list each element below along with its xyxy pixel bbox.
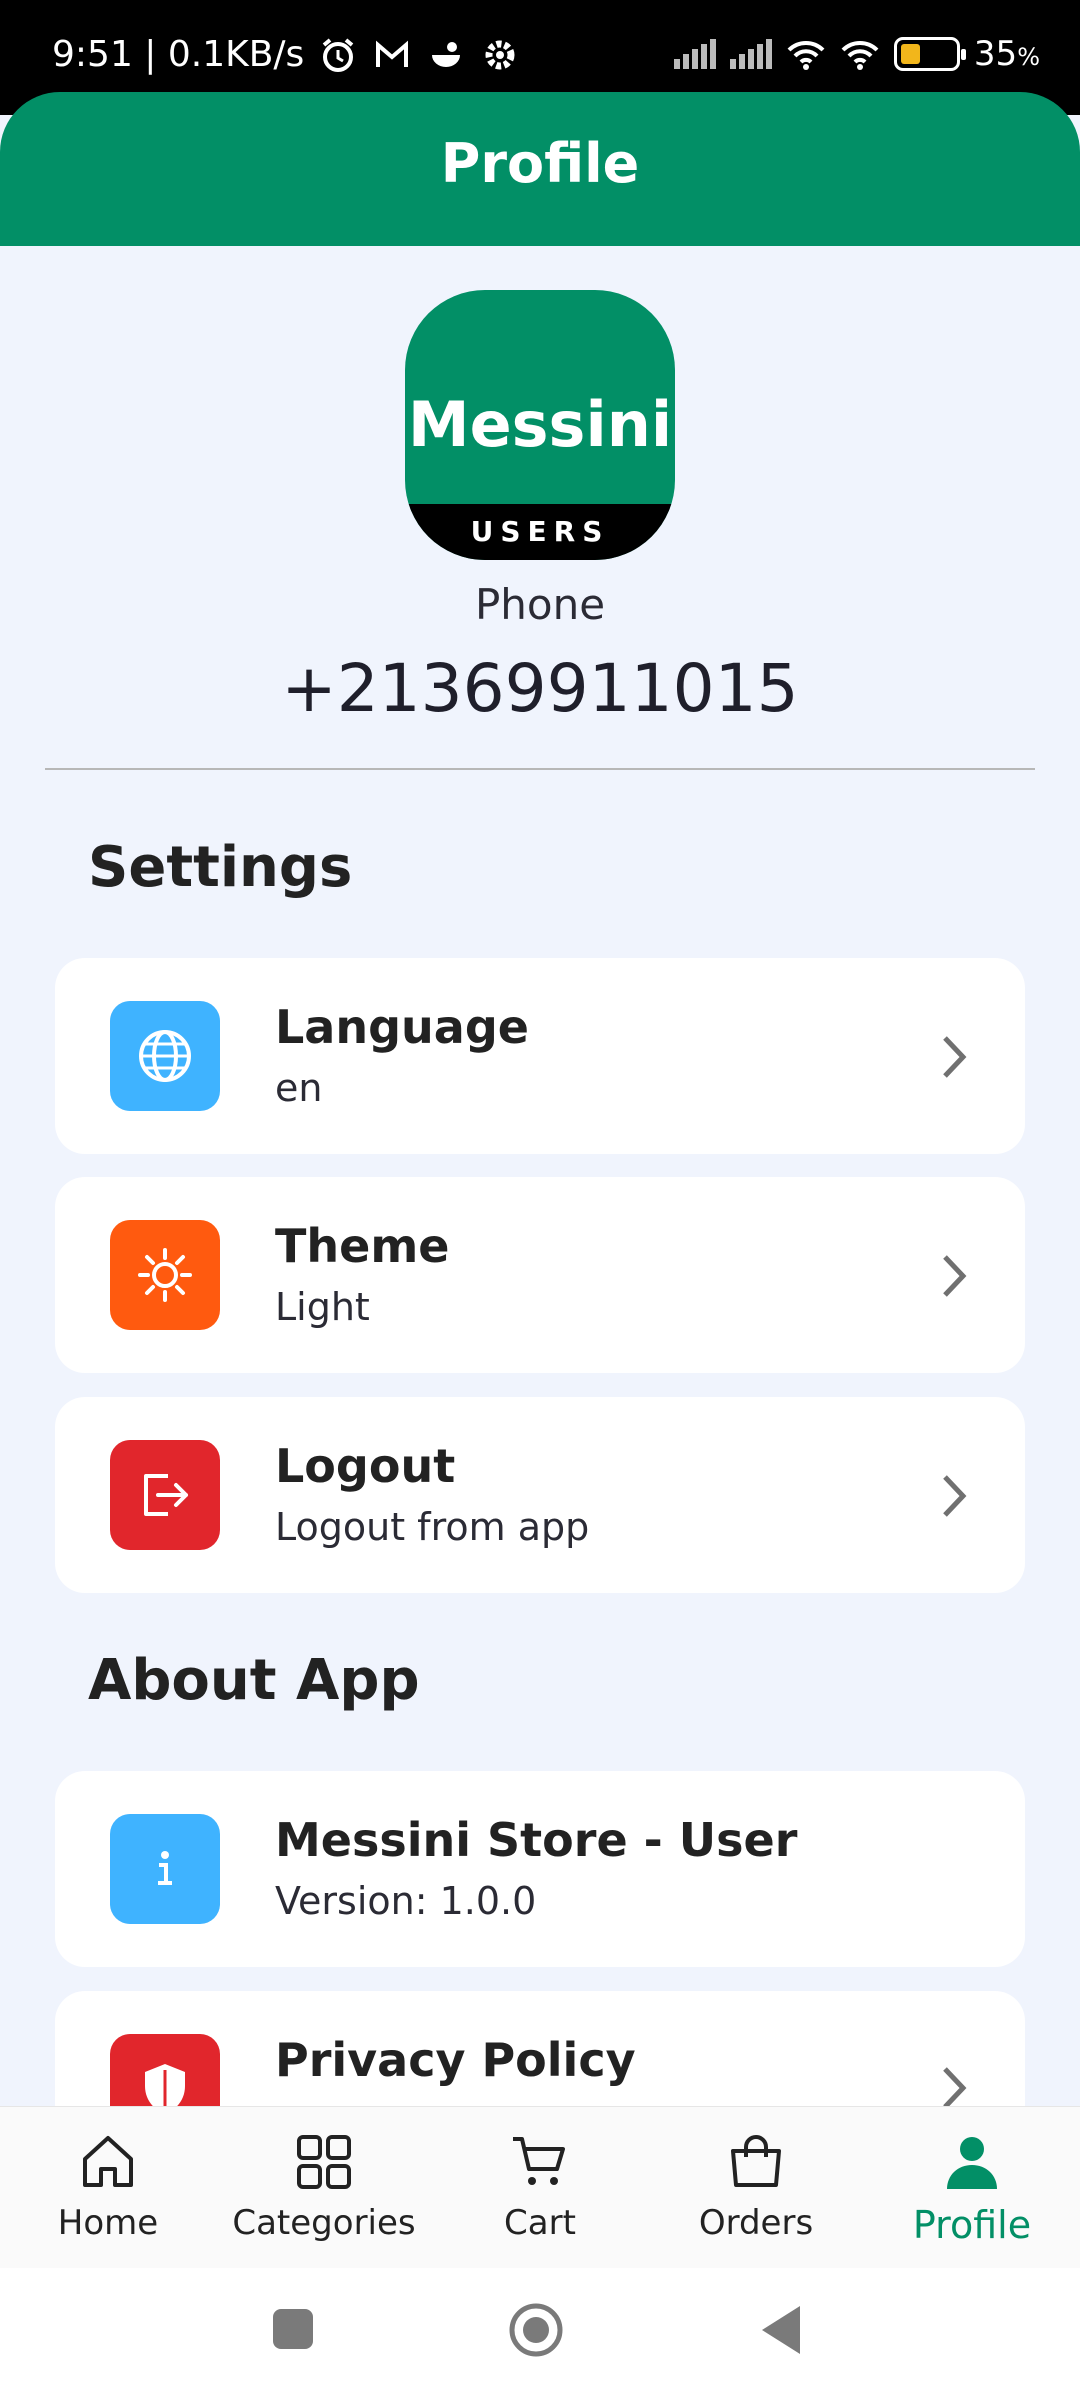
bag-icon: [731, 2135, 781, 2187]
info-icon: [110, 1814, 220, 1924]
bottom-navigation: Home Categories Cart Orders Profile: [0, 2106, 1080, 2268]
language-value: en: [275, 1066, 323, 1110]
app-version: Version: 1.0.0: [275, 1879, 537, 1923]
chevron-right-icon: [943, 1255, 967, 1297]
about-section-title: About App: [88, 1648, 420, 1713]
app-header: Profile: [0, 92, 1080, 246]
logout-item[interactable]: Logout Logout from app: [55, 1397, 1025, 1593]
shield-icon: [110, 2034, 220, 2106]
status-right: 35%: [673, 34, 1040, 74]
alarm-icon: [323, 37, 354, 72]
status-time-speed: 9:51 | 0.1KB/s: [52, 34, 305, 75]
home-button[interactable]: [508, 2302, 564, 2358]
divider: [45, 768, 1035, 770]
battery-percent: 35%: [973, 34, 1040, 74]
person-icon: [947, 2137, 997, 2189]
signal-2-icon: [729, 39, 772, 69]
chevron-right-icon: [943, 2067, 967, 2106]
nav-categories[interactable]: Categories: [216, 2129, 432, 2243]
chevron-right-icon: [943, 1036, 967, 1078]
language-title: Language: [275, 1000, 529, 1054]
chevron-right-icon: [943, 1475, 967, 1517]
nav-cart-label: Cart: [504, 2203, 576, 2243]
nav-cart[interactable]: Cart: [432, 2129, 648, 2243]
home-icon: [83, 2136, 133, 2187]
signal-1-icon: [673, 39, 716, 69]
status-left: 9:51 | 0.1KB/s: [52, 34, 520, 75]
theme-setting-item[interactable]: Theme Light: [55, 1177, 1025, 1373]
globe-icon: [110, 1001, 220, 1111]
page-title: Profile: [440, 132, 640, 195]
gmail-icon: [376, 40, 409, 67]
phone-label: Phone: [474, 580, 606, 629]
wifi-link-icon: [787, 40, 825, 70]
recent-apps-button[interactable]: [270, 2306, 316, 2352]
privacy-policy-title: Privacy Policy: [275, 2033, 636, 2087]
settings-section-title: Settings: [88, 835, 353, 900]
logout-icon: [110, 1440, 220, 1550]
nav-orders[interactable]: Orders: [648, 2129, 864, 2243]
language-setting-item[interactable]: Language en: [55, 958, 1025, 1154]
sun-icon: [110, 1220, 220, 1330]
nav-profile[interactable]: Profile: [864, 2129, 1080, 2247]
logout-subtitle: Logout from app: [275, 1505, 590, 1549]
nav-categories-label: Categories: [232, 2203, 416, 2243]
back-button[interactable]: [758, 2302, 804, 2358]
phone-value: +21369911015: [281, 650, 799, 727]
logo-band-text: USERS: [405, 504, 675, 560]
app-info-item: Messini Store - User Version: 1.0.0: [55, 1771, 1025, 1967]
app-notification-icon: [432, 41, 461, 67]
theme-title: Theme: [275, 1219, 450, 1273]
grid-icon: [297, 2135, 351, 2189]
nav-orders-label: Orders: [698, 2203, 814, 2243]
nav-profile-label: Profile: [912, 2203, 1032, 2247]
app-name: Messini Store - User: [275, 1813, 798, 1867]
logout-title: Logout: [275, 1439, 456, 1493]
privacy-policy-item[interactable]: Privacy Policy: [55, 1991, 1025, 2106]
nav-home[interactable]: Home: [0, 2129, 216, 2243]
settings-gear-icon: [485, 40, 515, 69]
logo-brand-text: Messini: [407, 388, 673, 461]
wifi-icon: [841, 40, 879, 70]
nav-home-label: Home: [57, 2203, 159, 2243]
battery-icon: [893, 37, 966, 71]
system-navigation-bar: [0, 2268, 1080, 2400]
cart-icon: [513, 2137, 565, 2185]
app-logo: Messini USERS: [405, 290, 675, 560]
theme-value: Light: [275, 1285, 370, 1329]
